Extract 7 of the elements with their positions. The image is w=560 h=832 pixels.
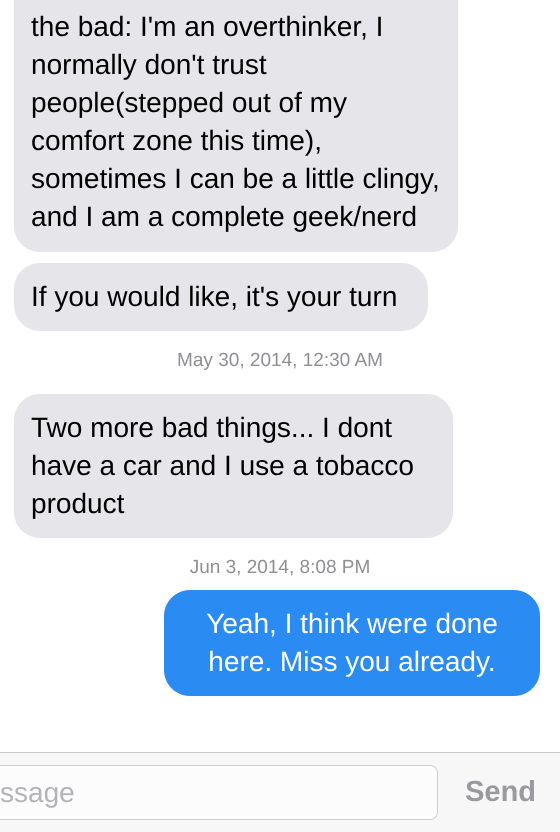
message-bubble: Yeah, I think were done here. Miss you already.	[164, 590, 540, 696]
timestamp: Jun 3, 2014, 8:08 PM	[190, 556, 370, 580]
message-bubble: Two more bad things... I dont have a car and I use a tobacco product	[14, 394, 453, 538]
message-bubble: If you would like, it's your turn	[14, 263, 428, 331]
message-input[interactable]: ssage	[0, 765, 438, 820]
timestamp: May 30, 2014, 12:30 AM	[177, 349, 383, 373]
message-bubble: the bad: I'm an overthinker, I normally don't trust people(stepped out of my comfort zone this time), sometimes I can be a little clingy, and I am a complete geek/nerd	[14, 0, 458, 252]
